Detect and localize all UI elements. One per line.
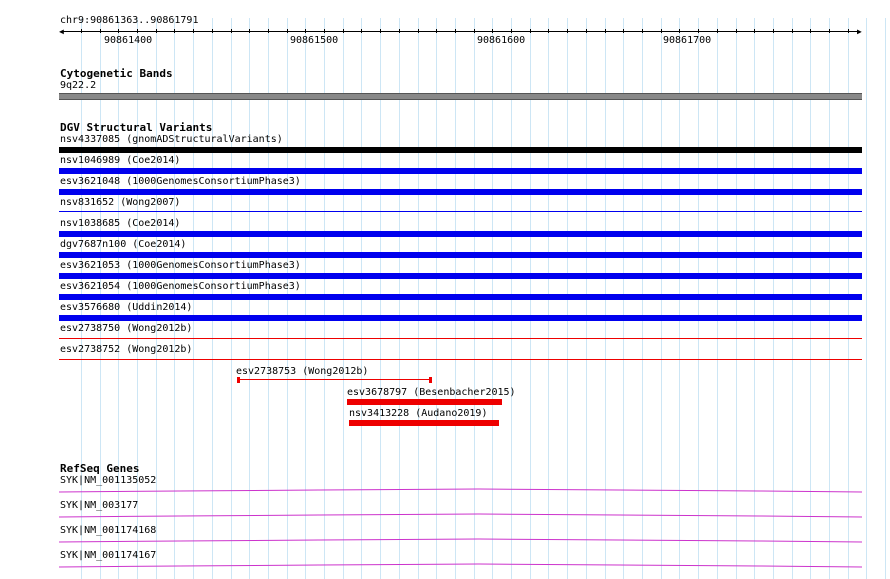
ruler-minor-tick [156,29,157,33]
ruler-minor-tick [567,29,568,33]
ruler-minor-tick [174,29,175,33]
dgv-feature-nsv3413228[interactable] [349,420,499,426]
ruler-minor-tick [810,29,811,33]
ruler-minor-tick [511,29,512,33]
ruler-minor-tick [418,29,419,33]
ruler-minor-tick [268,29,269,33]
ruler-left-arrow-icon: ◀ [59,27,64,36]
dgv-row-bar[interactable] [59,189,862,195]
ruler-minor-tick [118,29,119,33]
ruler-tick-label-4: 90861700 [663,35,712,46]
dgv-row-label: dgv7687n100 (Coe2014) [60,239,187,250]
refseq-gene-line [59,488,862,493]
dgv-row-bar[interactable] [59,315,862,321]
dgv-row-label: nsv4337085 (gnomADStructuralVariants) [60,134,283,145]
ruler-minor-tick [661,29,662,33]
ruler-minor-tick [380,29,381,33]
dgv-row-bar[interactable] [59,338,862,339]
dgv-row-label: esv3621054 (1000GenomesConsortiumPhase3) [60,281,301,292]
ruler-tick-label-1: 90861400 [104,35,153,46]
ruler-right-arrow-icon: ▶ [857,27,862,36]
ruler-minor-tick [100,29,101,33]
refseq-gene-model[interactable] [59,560,862,568]
ruler-minor-tick [324,29,325,33]
ruler-minor-tick [455,29,456,33]
ruler-minor-tick [361,29,362,33]
ruler-minor-tick [679,29,680,33]
ruler-minor-tick [642,29,643,33]
ruler-minor-tick [305,29,306,33]
dgv-row-bar[interactable] [59,359,862,360]
refseq-gene-line [59,538,862,543]
ruler-minor-tick [586,29,587,33]
feature-line [237,379,432,380]
grid-line [885,18,886,579]
dgv-row-bar[interactable] [59,211,862,212]
ruler-minor-tick [530,29,531,33]
ruler-minor-tick [829,29,830,33]
ruler-minor-tick [212,29,213,33]
dgv-feature-esv3678797[interactable] [347,399,502,405]
dgv-row-bar[interactable] [59,252,862,258]
dgv-row-label: esv2738750 (Wong2012b) [60,323,193,334]
ruler-minor-tick [717,29,718,33]
ruler-minor-tick [436,29,437,33]
ruler-tick-label-3: 90861600 [477,35,526,46]
dgv-row-label: nsv1046989 (Coe2014) [60,155,181,166]
dgv-row-bar[interactable] [59,273,862,279]
refseq-gene-model[interactable] [59,510,862,518]
dgv-row-bar[interactable] [59,147,862,153]
refseq-gene-line [59,513,862,518]
ruler-minor-tick [773,29,774,33]
cytoband-bar[interactable] [59,93,862,100]
dgv-row-bar[interactable] [59,294,862,300]
dgv-feature-nsv3413228-label: nsv3413228 (Audano2019) [349,408,488,419]
dgv-row-label: esv3576680 (Uddin2014) [60,302,193,313]
ruler-minor-tick [548,29,549,33]
ruler-minor-tick [249,29,250,33]
cytoband-label: 9q22.2 [60,80,97,91]
ruler-minor-tick [848,29,849,33]
ruler-minor-tick [474,29,475,33]
ruler-minor-tick [287,29,288,33]
ruler-minor-tick [754,29,755,33]
ruler-minor-tick [193,29,194,33]
ruler-minor-tick [698,29,699,33]
ruler-minor-tick [623,29,624,33]
refseq-track-title: RefSeq Genes [60,462,140,475]
ruler-minor-tick [343,29,344,33]
dgv-row-label: esv3621053 (1000GenomesConsortiumPhase3) [60,260,301,271]
dgv-row-bar[interactable] [59,168,862,174]
refseq-gene-model[interactable] [59,535,862,543]
ruler-axis-line [62,31,860,32]
feature-end-cap [429,377,432,383]
ruler[interactable]: ◀ ▶ 90861400 90861500 90861600 90861700 [0,25,890,47]
grid-line [866,18,867,579]
dgv-row-label: esv2738752 (Wong2012b) [60,344,193,355]
dgv-feature-esv2738753[interactable] [237,377,432,383]
ruler-minor-tick [231,29,232,33]
dgv-row-label: nsv1038685 (Coe2014) [60,218,181,229]
ruler-minor-tick [792,29,793,33]
ruler-minor-tick [399,29,400,33]
ruler-minor-tick [81,29,82,33]
dgv-track-title: DGV Structural Variants [60,121,213,134]
ruler-minor-tick [605,29,606,33]
ruler-tick-label-2: 90861500 [290,35,339,46]
feature-start-cap [237,377,240,383]
dgv-row-label: esv3621048 (1000GenomesConsortiumPhase3) [60,176,301,187]
cytoband-track-title: Cytogenetic Bands [60,67,173,80]
refseq-gene-model[interactable] [59,485,862,493]
dgv-row-bar[interactable] [59,231,862,237]
refseq-gene-line [59,563,862,568]
dgv-feature-esv3678797-label: esv3678797 (Besenbacher2015) [347,387,516,398]
ruler-minor-tick [736,29,737,33]
ruler-minor-tick [137,29,138,33]
dgv-row-label: nsv831652 (Wong2007) [60,197,181,208]
genome-browser-viewer: chr9:90861363..90861791 ◀ ▶ 90861400 908… [0,0,890,579]
ruler-minor-tick [492,29,493,33]
